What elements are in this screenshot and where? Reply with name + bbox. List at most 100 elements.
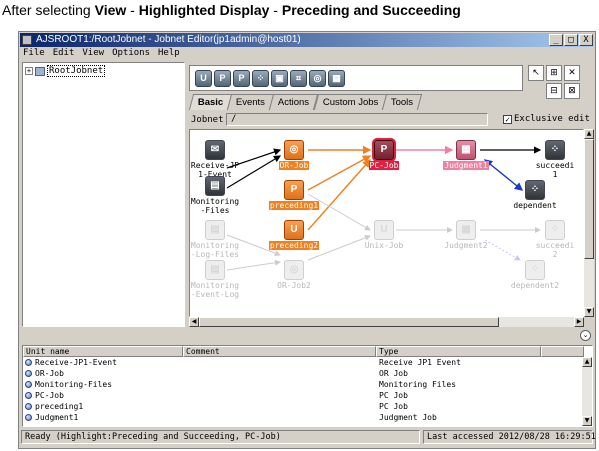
job-succeeding1[interactable]: ⁘ succeedi 1 [520,140,583,179]
judgment-icon: ▦ [456,220,476,240]
status-bar: Ready (Highlight:Preceding and Succeedin… [21,430,596,444]
qs-job-icon[interactable]: P [233,70,250,87]
job-dependent2[interactable]: ⁘ dependent2 [500,260,570,290]
monitoring-log-icon: ▤ [205,220,225,240]
list-item[interactable]: Receive-JP1-Event Receive JP1 Event [25,358,580,368]
last-accessed: Last accessed 2012/08/28 16:29:51 [423,430,596,444]
scroll-down-icon[interactable]: ▼ [582,416,592,426]
scroll-left-icon[interactable]: ◀ [189,317,199,327]
job-monitoring-log-files[interactable]: ▤ Monitoring -Log-Files [190,220,250,259]
tab-custom-jobs[interactable]: Custom Jobs [313,94,388,110]
job-pc-job[interactable]: P PC-Job [349,140,419,170]
list-item[interactable]: preceding1 PC Job [25,402,580,412]
scroll-thumb[interactable] [199,317,499,327]
job-or-job2[interactable]: ◎ OR-Job2 [259,260,329,290]
menu-help[interactable]: Help [158,48,180,60]
unit-icon [25,359,32,366]
list-item[interactable]: PC-Job PC Job [25,391,580,401]
list-vertical-scrollbar[interactable]: ▲ ▼ [582,357,592,426]
exclusive-edit-checkbox[interactable]: ✓ Exclusive edit [503,114,590,124]
job-receive-jp1-event[interactable]: ✉ Receive-JP 1-Event [190,140,250,179]
disconnect-icon[interactable]: ✕ [564,65,580,81]
pane-divider[interactable]: ⌄ [19,329,595,343]
branch-icon[interactable]: ⊠ [564,83,580,99]
unix-job-icon: U [374,220,394,240]
unit-icon [25,392,32,399]
job-unix-job[interactable]: U Unix-Job [349,220,419,250]
window-title: AJSROOT1:/RootJobnet - Jobnet Editor(jp1… [36,34,301,45]
list-item[interactable]: OR-Job OR Job [25,369,580,379]
checkerboard-icon[interactable]: ▦ [328,70,345,87]
job-preceding1[interactable]: P preceding1 [259,180,329,210]
list-item[interactable]: Monitoring-Files Monitoring Files [25,380,580,390]
minimize-button[interactable]: _ [549,34,563,46]
jobnet-path-field[interactable]: / [226,113,488,126]
judgment-job-icon[interactable]: ⁘ [252,70,269,87]
scroll-down-icon[interactable]: ▼ [584,307,594,317]
list-item[interactable]: Judgment1 Judgment Job [25,413,580,423]
tab-basic[interactable]: Basic [188,94,233,110]
relation-icon[interactable]: ⊟ [546,83,562,99]
job-monitoring-event-log[interactable]: ▤ Monitoring -Event-Log [190,260,250,299]
unix-job-icon[interactable]: U [195,70,212,87]
column-unit-name[interactable]: Unit name [23,346,183,357]
job-dependent[interactable]: ⁘ dependent [500,180,570,210]
jobnet-icon: ⁘ [525,260,545,280]
checkmark-icon[interactable]: ✓ [503,114,512,124]
job-preceding2[interactable]: U preceding2 [259,220,329,250]
collapse-icon[interactable]: ⌄ [580,330,591,341]
menu-file[interactable]: File [23,48,45,60]
map-area: U P P ⁘ ▣ ⌗ ◎ ▦ ↖ ⊞ ✕ ⊟ ⊠ Basic Events A… [187,62,594,327]
jobnet-editor-window: AJSROOT1:/RootJobnet - Jobnet Editor(jp1… [18,31,596,449]
unit-list: Unit name Comment Type Receive-JP1-Event… [22,345,593,427]
jobnet-icon: ⁘ [525,180,545,200]
maximize-button[interactable]: □ [564,34,578,46]
scroll-up-icon[interactable]: ▲ [584,129,594,139]
tab-actions[interactable]: Actions [269,94,319,110]
menu-options[interactable]: Options [112,48,150,60]
jobnet-map-canvas[interactable]: ✉ Receive-JP 1-Event ◎ OR-Job P PC-Job ▦… [189,129,584,317]
job-monitoring-files[interactable]: ▤ Monitoring -Files [190,176,250,215]
monitoring-event-icon: ▤ [205,260,225,280]
list-header: Unit name Comment Type [23,346,584,357]
menu-edit[interactable]: Edit [53,48,75,60]
caption: After selecting View - Highlighted Displ… [2,2,461,18]
scroll-thumb[interactable] [584,139,594,259]
map-vertical-scrollbar[interactable]: ▲ ▼ [584,129,594,317]
connect-icon[interactable]: ⊞ [546,65,562,81]
app-icon [22,35,32,45]
job-or-job[interactable]: ◎ OR-Job [259,140,329,170]
scroll-up-icon[interactable]: ▲ [582,357,592,367]
job-judgment1[interactable]: ▦ Judgment1 [431,140,501,170]
jobnet-tree: + RootJobnet [22,62,185,327]
job-judgment2[interactable]: ▦ Judgment2 [431,220,501,250]
unix-job-icon: U [284,220,304,240]
expand-icon[interactable]: + [25,67,33,75]
jobnet-icon: ⁘ [545,220,565,240]
judgment-icon: ▦ [456,140,476,160]
tree-node-rootjobnet[interactable]: + RootJobnet [25,65,106,77]
lock-icon[interactable]: ▣ [271,70,288,87]
or-job-icon[interactable]: ◎ [309,70,326,87]
scroll-right-icon[interactable]: ▶ [574,317,584,327]
unit-icon [25,370,32,377]
unit-icon [25,381,32,388]
column-type[interactable]: Type [376,346,541,357]
network-icon[interactable]: ⌗ [290,70,307,87]
tab-tools[interactable]: Tools [381,94,423,110]
monitoring-files-icon: ▤ [205,176,225,196]
title-bar: AJSROOT1:/RootJobnet - Jobnet Editor(jp1… [20,33,594,47]
or-job-icon: ◎ [284,140,304,160]
tab-events[interactable]: Events [227,94,275,110]
column-filler [541,346,584,357]
menu-view[interactable]: View [82,48,104,60]
pointer-icon[interactable]: ↖ [528,65,544,81]
tree-node-label[interactable]: RootJobnet [47,65,106,77]
unit-icon [25,414,32,421]
close-button[interactable]: X [579,34,593,46]
job-succeeding2[interactable]: ⁘ succeedi 2 [520,220,583,259]
or-job-icon: ◎ [284,260,304,280]
map-horizontal-scrollbar[interactable]: ◀ ▶ [189,317,584,327]
column-comment[interactable]: Comment [183,346,376,357]
pc-job-icon[interactable]: P [214,70,231,87]
